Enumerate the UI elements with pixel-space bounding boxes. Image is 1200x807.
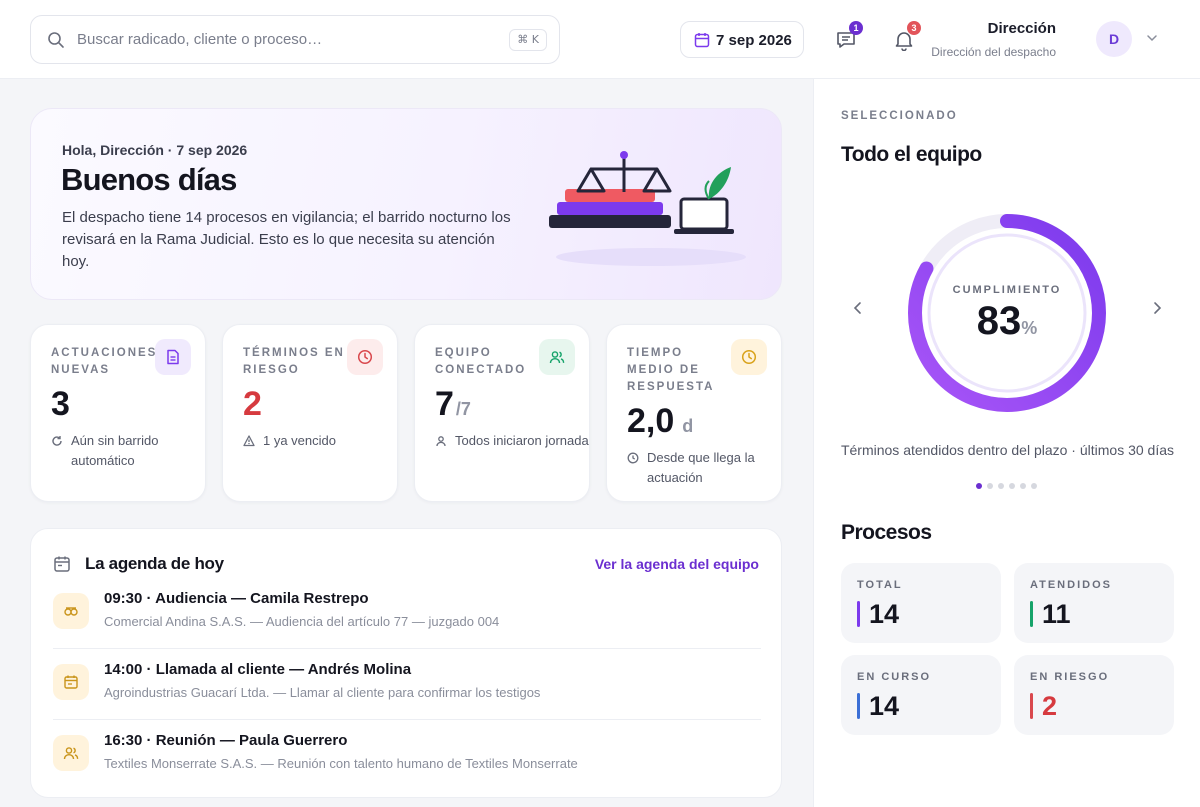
agenda-item-heading: 09:30 · Audiencia — Camila Restrepo [104, 590, 369, 607]
carousel-dot[interactable] [1009, 483, 1015, 489]
stat-note: Desde que llega la actuación [627, 448, 781, 488]
process-color-bar [1030, 693, 1033, 719]
messages-button[interactable]: 1 [832, 21, 863, 53]
user-icon [436, 436, 446, 447]
hero-title: Buenos días [61, 162, 237, 197]
clock-icon [627, 452, 639, 464]
carousel-dots[interactable] [976, 483, 1046, 489]
notifications-badge: 3 [907, 21, 921, 35]
carousel-dot[interactable] [976, 483, 982, 489]
process-label: TOTAL [857, 579, 903, 591]
messages-badge: 1 [849, 21, 863, 35]
agenda-item-detail: Textiles Monserrate S.A.S. — Reunión con… [104, 756, 578, 771]
current-date: 7 sep 2026 [716, 32, 792, 49]
carousel-dot[interactable] [1020, 483, 1026, 489]
process-card-attended[interactable]: ATENDIDOS 11 [1014, 563, 1174, 643]
stat-label: Actuaciones nuevas [51, 347, 158, 376]
hero-greeting: Hola, Dirección · 7 sep 2026 [62, 142, 248, 158]
carousel-dot[interactable] [1031, 483, 1037, 489]
metric-label: CUMPLIMIENTO [952, 284, 1062, 296]
carousel-dot[interactable] [998, 483, 1004, 489]
agenda-item[interactable]: 09:30 · Audiencia — Camila Restrepo Come… [53, 585, 761, 655]
document-icon [155, 339, 191, 375]
refresh-icon [52, 436, 62, 446]
stat-label: Términos en riesgo [243, 347, 345, 376]
process-card-in-progress[interactable]: EN CURSO 14 [841, 655, 1001, 735]
justice-scales-illustration [549, 151, 746, 266]
process-value: 14 [869, 691, 900, 721]
welcome-hero: Hola, Dirección · 7 sep 2026 Buenos días… [30, 108, 782, 300]
process-value: 11 [1042, 599, 1071, 629]
metric-caption: Términos atendidos dentro del plazo · úl… [840, 442, 1175, 458]
users-icon [539, 339, 575, 375]
metric-value: 83% [976, 299, 1038, 343]
process-color-bar [1030, 601, 1033, 627]
stat-value: 2 [243, 385, 262, 423]
agenda-item-heading: 14:00 · Llamada al cliente — Andrés Moli… [104, 661, 412, 678]
stat-card-team-connected[interactable]: Equipo conectado 7/7 Todos iniciaron jor… [414, 324, 590, 502]
stat-label: Tiempo medio de respuesta [627, 347, 715, 393]
clock-icon [731, 339, 767, 375]
users-icon [53, 735, 89, 771]
process-label: ATENDIDOS [1030, 579, 1112, 591]
user-name: Dirección [987, 20, 1056, 37]
team-agenda-link[interactable]: Ver la agenda del equipo [595, 556, 759, 572]
agenda-title: La agenda de hoy [85, 554, 224, 573]
divider [53, 719, 761, 720]
calendar-icon [694, 33, 710, 48]
process-card-total[interactable]: TOTAL 14 [841, 563, 1001, 643]
process-color-bar [857, 601, 860, 627]
agenda-item-detail: Comercial Andina S.A.S. — Audiencia del … [104, 614, 500, 629]
stat-value: 7/7 [435, 385, 471, 423]
stat-card-new-actions[interactable]: Actuaciones nuevas 3 Aún sin barrido aut… [30, 324, 206, 502]
stat-value: 3 [51, 385, 70, 423]
chevron-right-icon[interactable] [1150, 301, 1164, 315]
agenda-item[interactable]: 16:30 · Reunión — Paula Guerrero Textile… [53, 727, 761, 797]
processes-title: Procesos [841, 521, 932, 544]
stat-card-response-time[interactable]: Tiempo medio de respuesta 2,0 d Desde que… [606, 324, 782, 502]
chevron-left-icon[interactable] [851, 301, 865, 315]
hero-description: El despacho tiene 14 procesos en vigilan… [62, 209, 511, 270]
avatar[interactable]: D [1096, 21, 1132, 57]
notifications-button[interactable]: 3 [890, 21, 921, 53]
carousel-dot[interactable] [987, 483, 993, 489]
team-summary-panel: SELECCIONADO Todo el equipo CUMPLIMIENTO… [813, 79, 1200, 807]
calendar-icon [54, 556, 70, 572]
stat-note: Aún sin barrido automático [51, 431, 205, 471]
agenda-item-heading: 16:30 · Reunión — Paula Guerrero [104, 732, 348, 749]
search-icon [48, 32, 64, 48]
search-input[interactable]: Buscar radicado, cliente o proceso… [77, 31, 322, 48]
selection-label: SELECCIONADO [841, 110, 958, 122]
calendar-icon [53, 664, 89, 700]
stat-value: 2,0 d [627, 402, 694, 440]
top-bar: Buscar radicado, cliente o proceso… ⌘ K … [0, 0, 1200, 79]
user-role: Dirección del despacho [931, 45, 1056, 59]
process-color-bar [857, 693, 860, 719]
stat-note: Todos iniciaron jornada [435, 431, 589, 451]
process-value: 14 [869, 599, 900, 629]
divider [53, 648, 761, 649]
chevron-down-icon[interactable] [1146, 32, 1158, 44]
process-card-at-risk[interactable]: EN RIESGO 2 [1014, 655, 1174, 735]
selection-title: Todo el equipo [841, 143, 982, 166]
agenda-item[interactable]: 14:00 · Llamada al cliente — Andrés Moli… [53, 656, 761, 726]
process-label: EN RIESGO [1030, 671, 1110, 683]
warning-icon [243, 435, 255, 447]
today-agenda: La agenda de hoy Ver la agenda del equip… [30, 528, 782, 798]
scales-icon [53, 593, 89, 629]
stat-note: 1 ya vencido [243, 431, 336, 451]
agenda-item-detail: Agroindustrias Guacarí Ltda. — Llamar al… [104, 685, 541, 700]
process-value: 2 [1042, 691, 1058, 721]
stat-label: Equipo conectado [435, 347, 527, 376]
stat-card-terms-at-risk[interactable]: Términos en riesgo 2 1 ya vencido [222, 324, 398, 502]
search-shortcut-hint: ⌘ K [509, 29, 547, 51]
clock-icon [347, 339, 383, 375]
process-label: EN CURSO [857, 671, 932, 683]
search-bar[interactable]: Buscar radicado, cliente o proceso… ⌘ K [30, 15, 560, 64]
user-menu[interactable]: Dirección Dirección del despacho D [930, 16, 1170, 62]
date-picker-button[interactable]: 7 sep 2026 [680, 21, 804, 58]
